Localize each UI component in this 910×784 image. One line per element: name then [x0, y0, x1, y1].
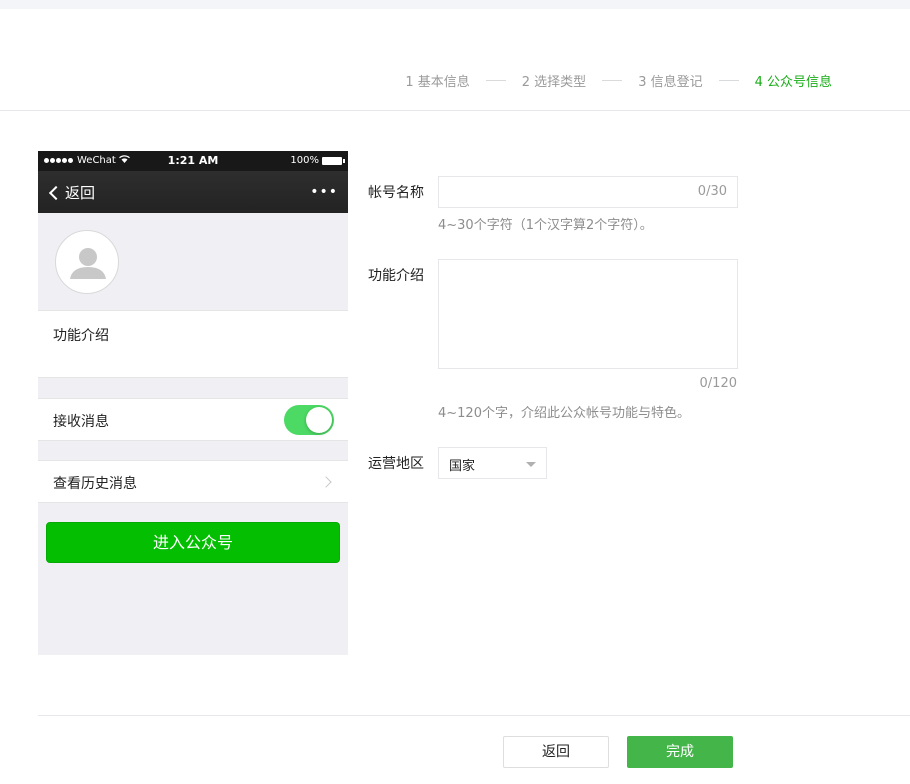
step-separator — [485, 79, 506, 81]
caret-down-icon — [526, 462, 536, 467]
user-avatar-icon — [70, 248, 106, 279]
chevron-right-icon — [320, 476, 332, 488]
step-3: 3 信息登记 — [638, 74, 703, 90]
battery-icon — [322, 156, 345, 165]
phone-nav-bar: 返回 ••• — [38, 171, 348, 213]
enter-account-button[interactable]: 进入公众号 — [46, 522, 340, 563]
step-separator — [602, 79, 623, 81]
account-name-label: 帐号名称 — [368, 185, 424, 201]
intro-textarea[interactable] — [438, 259, 738, 369]
phone-receive-cell: 接收消息 — [38, 398, 348, 441]
phone-receive-label: 接收消息 — [53, 414, 109, 430]
top-strip — [0, 0, 910, 9]
region-select[interactable]: 国家 — [438, 447, 547, 479]
status-right: 100% — [290, 155, 345, 166]
phone-back-button[interactable]: 返回 — [48, 182, 95, 203]
step-1: 1 基本信息 — [405, 74, 470, 90]
footer-divider — [38, 715, 910, 716]
intro-hint: 4~120个字，介绍此公众帐号功能与特色。 — [438, 406, 690, 421]
region-label: 运营地区 — [368, 456, 424, 472]
receive-toggle[interactable] — [284, 405, 334, 435]
region-value: 国家 — [449, 459, 476, 474]
back-button[interactable]: 返回 — [503, 736, 609, 768]
intro-label: 功能介绍 — [368, 268, 424, 284]
phone-back-label: 返回 — [65, 184, 96, 202]
more-icon[interactable]: ••• — [310, 184, 338, 200]
step-separator — [718, 79, 739, 81]
phone-intro-label: 功能介绍 — [53, 328, 109, 344]
chevron-left-icon — [48, 185, 64, 200]
avatar — [55, 230, 119, 294]
done-button[interactable]: 完成 — [627, 736, 733, 768]
account-name-input[interactable]: 0/30 — [438, 176, 738, 208]
step-4-current: 4 公众号信息 — [754, 74, 832, 90]
intro-counter: 0/120 — [699, 376, 737, 391]
phone-preview: WeChat 1:21 AM 100% 返回 ••• 功能介绍 接收消息 查看历… — [38, 151, 348, 655]
phone-intro-cell: 功能介绍 — [38, 310, 348, 378]
toggle-knob — [306, 407, 332, 433]
phone-history-label: 查看历史消息 — [53, 476, 137, 492]
phone-history-cell[interactable]: 查看历史消息 — [38, 460, 348, 503]
account-name-hint: 4~30个字符（1个汉字算2个字符）。 — [438, 218, 653, 233]
account-name-counter: 0/30 — [697, 184, 727, 199]
battery-percent: 100% — [290, 155, 319, 166]
phone-status-bar: WeChat 1:21 AM 100% — [38, 151, 348, 171]
header-divider — [0, 110, 910, 111]
step-indicator: 1 基本信息 2 选择类型 3 信息登记 4 公众号信息 — [405, 71, 832, 90]
step-2: 2 选择类型 — [521, 74, 587, 90]
